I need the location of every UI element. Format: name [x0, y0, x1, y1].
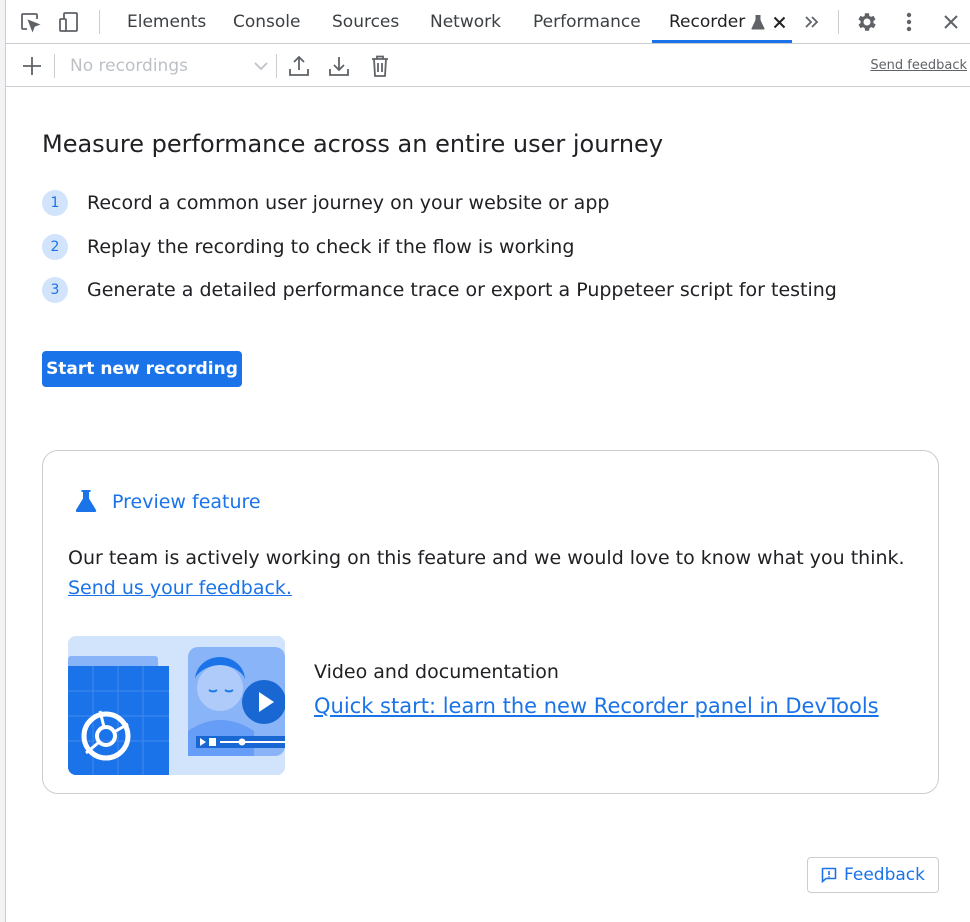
tab-label: Performance [533, 12, 641, 32]
separator [276, 54, 277, 78]
chevron-double-right-icon[interactable] [800, 10, 824, 34]
select-value: No recordings [70, 56, 188, 76]
step-number: 3 [42, 277, 68, 303]
tab-recorder[interactable]: Recorder [669, 0, 786, 44]
list-item: 2 Replay the recording to check if the f… [42, 234, 574, 260]
tab-label: Sources [332, 12, 400, 32]
device-toolbar-icon[interactable] [57, 10, 81, 34]
tab-sources[interactable]: Sources [332, 0, 399, 44]
devtools-tab-bar: Elements Console Sources Network Perform… [6, 0, 970, 44]
step-text: Replay the recording to check if the flo… [87, 236, 575, 258]
upload-icon[interactable] [286, 53, 312, 79]
plus-icon[interactable] [19, 53, 45, 79]
tab-elements[interactable]: Elements [127, 0, 206, 44]
page-title: Measure performance across an entire use… [42, 130, 664, 158]
separator [54, 54, 55, 78]
video-thumbnail[interactable] [68, 636, 285, 775]
send-us-feedback-link[interactable]: Send us your feedback. [68, 577, 292, 599]
step-number: 2 [42, 234, 68, 260]
kebab-menu-icon[interactable] [897, 10, 921, 34]
video-documentation-label: Video and documentation [314, 661, 559, 683]
tab-network[interactable]: Network [430, 0, 501, 44]
active-tab-indicator [652, 40, 792, 43]
gear-icon[interactable] [855, 10, 879, 34]
description-text: Our team is actively working on this fea… [68, 547, 905, 569]
list-item: 1 Record a common user journey on your w… [42, 190, 609, 216]
feedback-icon [821, 867, 837, 883]
preview-feature-description: Our team is actively working on this fea… [68, 543, 928, 603]
download-icon[interactable] [326, 53, 352, 79]
chevron-down-icon [254, 61, 268, 71]
close-icon[interactable] [939, 10, 963, 34]
tab-label: Elements [127, 12, 207, 32]
trash-icon[interactable] [367, 53, 393, 79]
inspect-element-icon[interactable] [18, 10, 42, 34]
tab-label: Recorder [669, 12, 746, 32]
separator [99, 10, 100, 34]
list-item: 3 Generate a detailed performance trace … [42, 277, 837, 303]
tab-label: Console [233, 12, 301, 32]
send-feedback-link[interactable]: Send feedback [870, 58, 967, 73]
preview-feature-title: Preview feature [112, 491, 261, 513]
step-text: Generate a detailed performance trace or… [87, 279, 837, 301]
recorder-toolbar: No recordings Send feedback [6, 44, 970, 87]
panel-edge [0, 0, 6, 922]
close-icon[interactable] [773, 16, 786, 29]
feedback-button[interactable]: Feedback [807, 857, 939, 893]
start-new-recording-button[interactable]: Start new recording [42, 351, 242, 387]
tab-console[interactable]: Console [233, 0, 301, 44]
quick-start-link[interactable]: Quick start: learn the new Recorder pane… [314, 694, 879, 718]
flask-icon [751, 14, 765, 30]
step-number: 1 [42, 190, 68, 216]
tab-performance[interactable]: Performance [533, 0, 641, 44]
tab-label: Network [430, 12, 501, 32]
feedback-button-label: Feedback [844, 865, 925, 885]
step-text: Record a common user journey on your web… [87, 192, 610, 214]
flask-icon [73, 488, 99, 514]
separator [838, 10, 839, 34]
preview-feature-card: Preview feature Our team is actively wor… [42, 450, 939, 794]
recordings-select[interactable]: No recordings [70, 54, 268, 78]
